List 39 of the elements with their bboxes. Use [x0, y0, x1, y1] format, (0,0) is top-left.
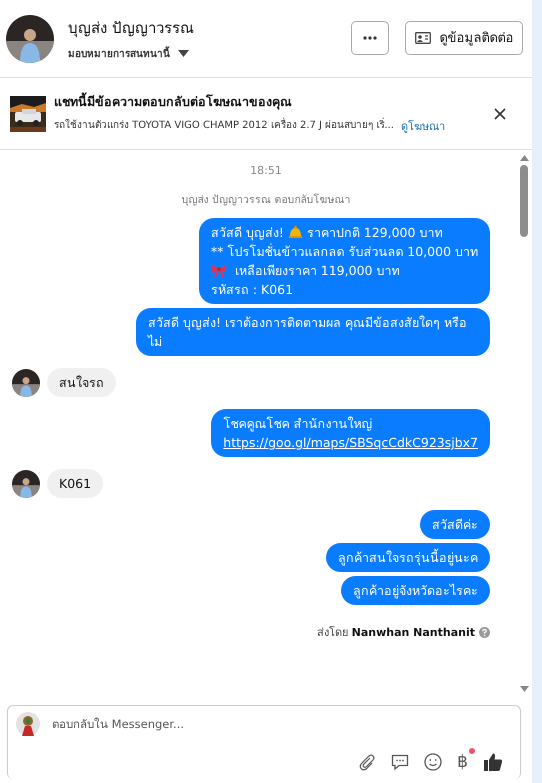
assign-conversation-link[interactable]: มอบหมายการสนทนานี้	[68, 46, 170, 61]
received-message: K061	[47, 469, 104, 498]
help-icon[interactable]	[479, 626, 490, 638]
avatar-icon	[16, 712, 40, 736]
timestamp: 18:51	[250, 164, 282, 177]
avatar-icon	[12, 470, 40, 498]
contact-name: บุญส่ง ปัญญาวรรณ	[68, 18, 195, 40]
avatar-icon	[12, 368, 40, 396]
avatar-icon	[6, 14, 54, 62]
sent-message: โชคคูณโชค สำนักงานใหญ่ https://goo.gl/maps/SBSqcCdkC923sjbx7	[211, 409, 490, 457]
view-ad-link[interactable]: ดูโฆษณา	[400, 117, 445, 135]
ribbon-icon	[210, 263, 227, 277]
more-icon	[363, 36, 377, 40]
ad-description: รถใช้งานตัวแกร่ง TOYOTA VIGO CHAMP 2012 เครื่อง 2.7 J ผ่อนสบายๆ เริ่...	[54, 117, 394, 135]
speech-bubble-icon[interactable]	[391, 754, 410, 770]
view-contact-button[interactable]: ดูข้อมูลติดต่อ	[405, 20, 523, 54]
map-link[interactable]: https://goo.gl/maps/SBSqcCdkC923sjbx7	[223, 435, 478, 450]
bell-icon	[288, 225, 303, 239]
caret-icon[interactable]	[178, 50, 189, 57]
sent-message: สวัสดี บุญส่ง! ราคาปกติ 129,000 บาท ** โปรโมชั่นข้าวแลกลด รับส่วนลด 10,000 บาท เหลือเพียงราคา 119,000 บาท รหัสรถ : K061	[198, 218, 490, 304]
emoji-icon[interactable]	[424, 753, 442, 771]
thumbs-up-icon[interactable]	[483, 752, 503, 772]
sent-by-label: ส่งโดย Nanwhan Nanthanit	[317, 625, 475, 641]
scroll-down-icon[interactable]	[520, 686, 528, 692]
attach-icon[interactable]	[358, 753, 376, 771]
currency-button[interactable]: ฿	[457, 752, 468, 772]
close-icon[interactable]	[494, 108, 506, 120]
received-message: สนใจรถ	[47, 368, 116, 397]
sent-message: สวัสดี บุญส่ง! เราต้องการติดตามผล คุณมีข้อสงสัยใดๆ หรือไม่	[136, 308, 490, 356]
sent-message: ลูกค้าอยู่จังหวัดอะไรคะ	[341, 576, 490, 605]
scroll-up-icon[interactable]	[520, 155, 528, 161]
ad-reply-title: แชทนี้มีข้อความตอบกลับต่อโฆษณาของคุณ	[54, 92, 293, 112]
sent-message: สวัสดีค่ะ	[420, 510, 490, 539]
contact-card-icon	[414, 32, 430, 44]
scroll-thumb[interactable]	[520, 165, 528, 237]
reply-placeholder: ตอบกลับใน Messenger...	[52, 716, 184, 733]
sent-message: ลูกค้าสนใจรถรุ่นนี้อยู่นะค	[326, 543, 490, 572]
reply-field[interactable]: ตอบกลับใน Messenger... ฿	[7, 705, 521, 779]
system-notice: บุญส่ง ปัญญาวรรณ ตอบกลับโฆษณา	[182, 192, 350, 208]
